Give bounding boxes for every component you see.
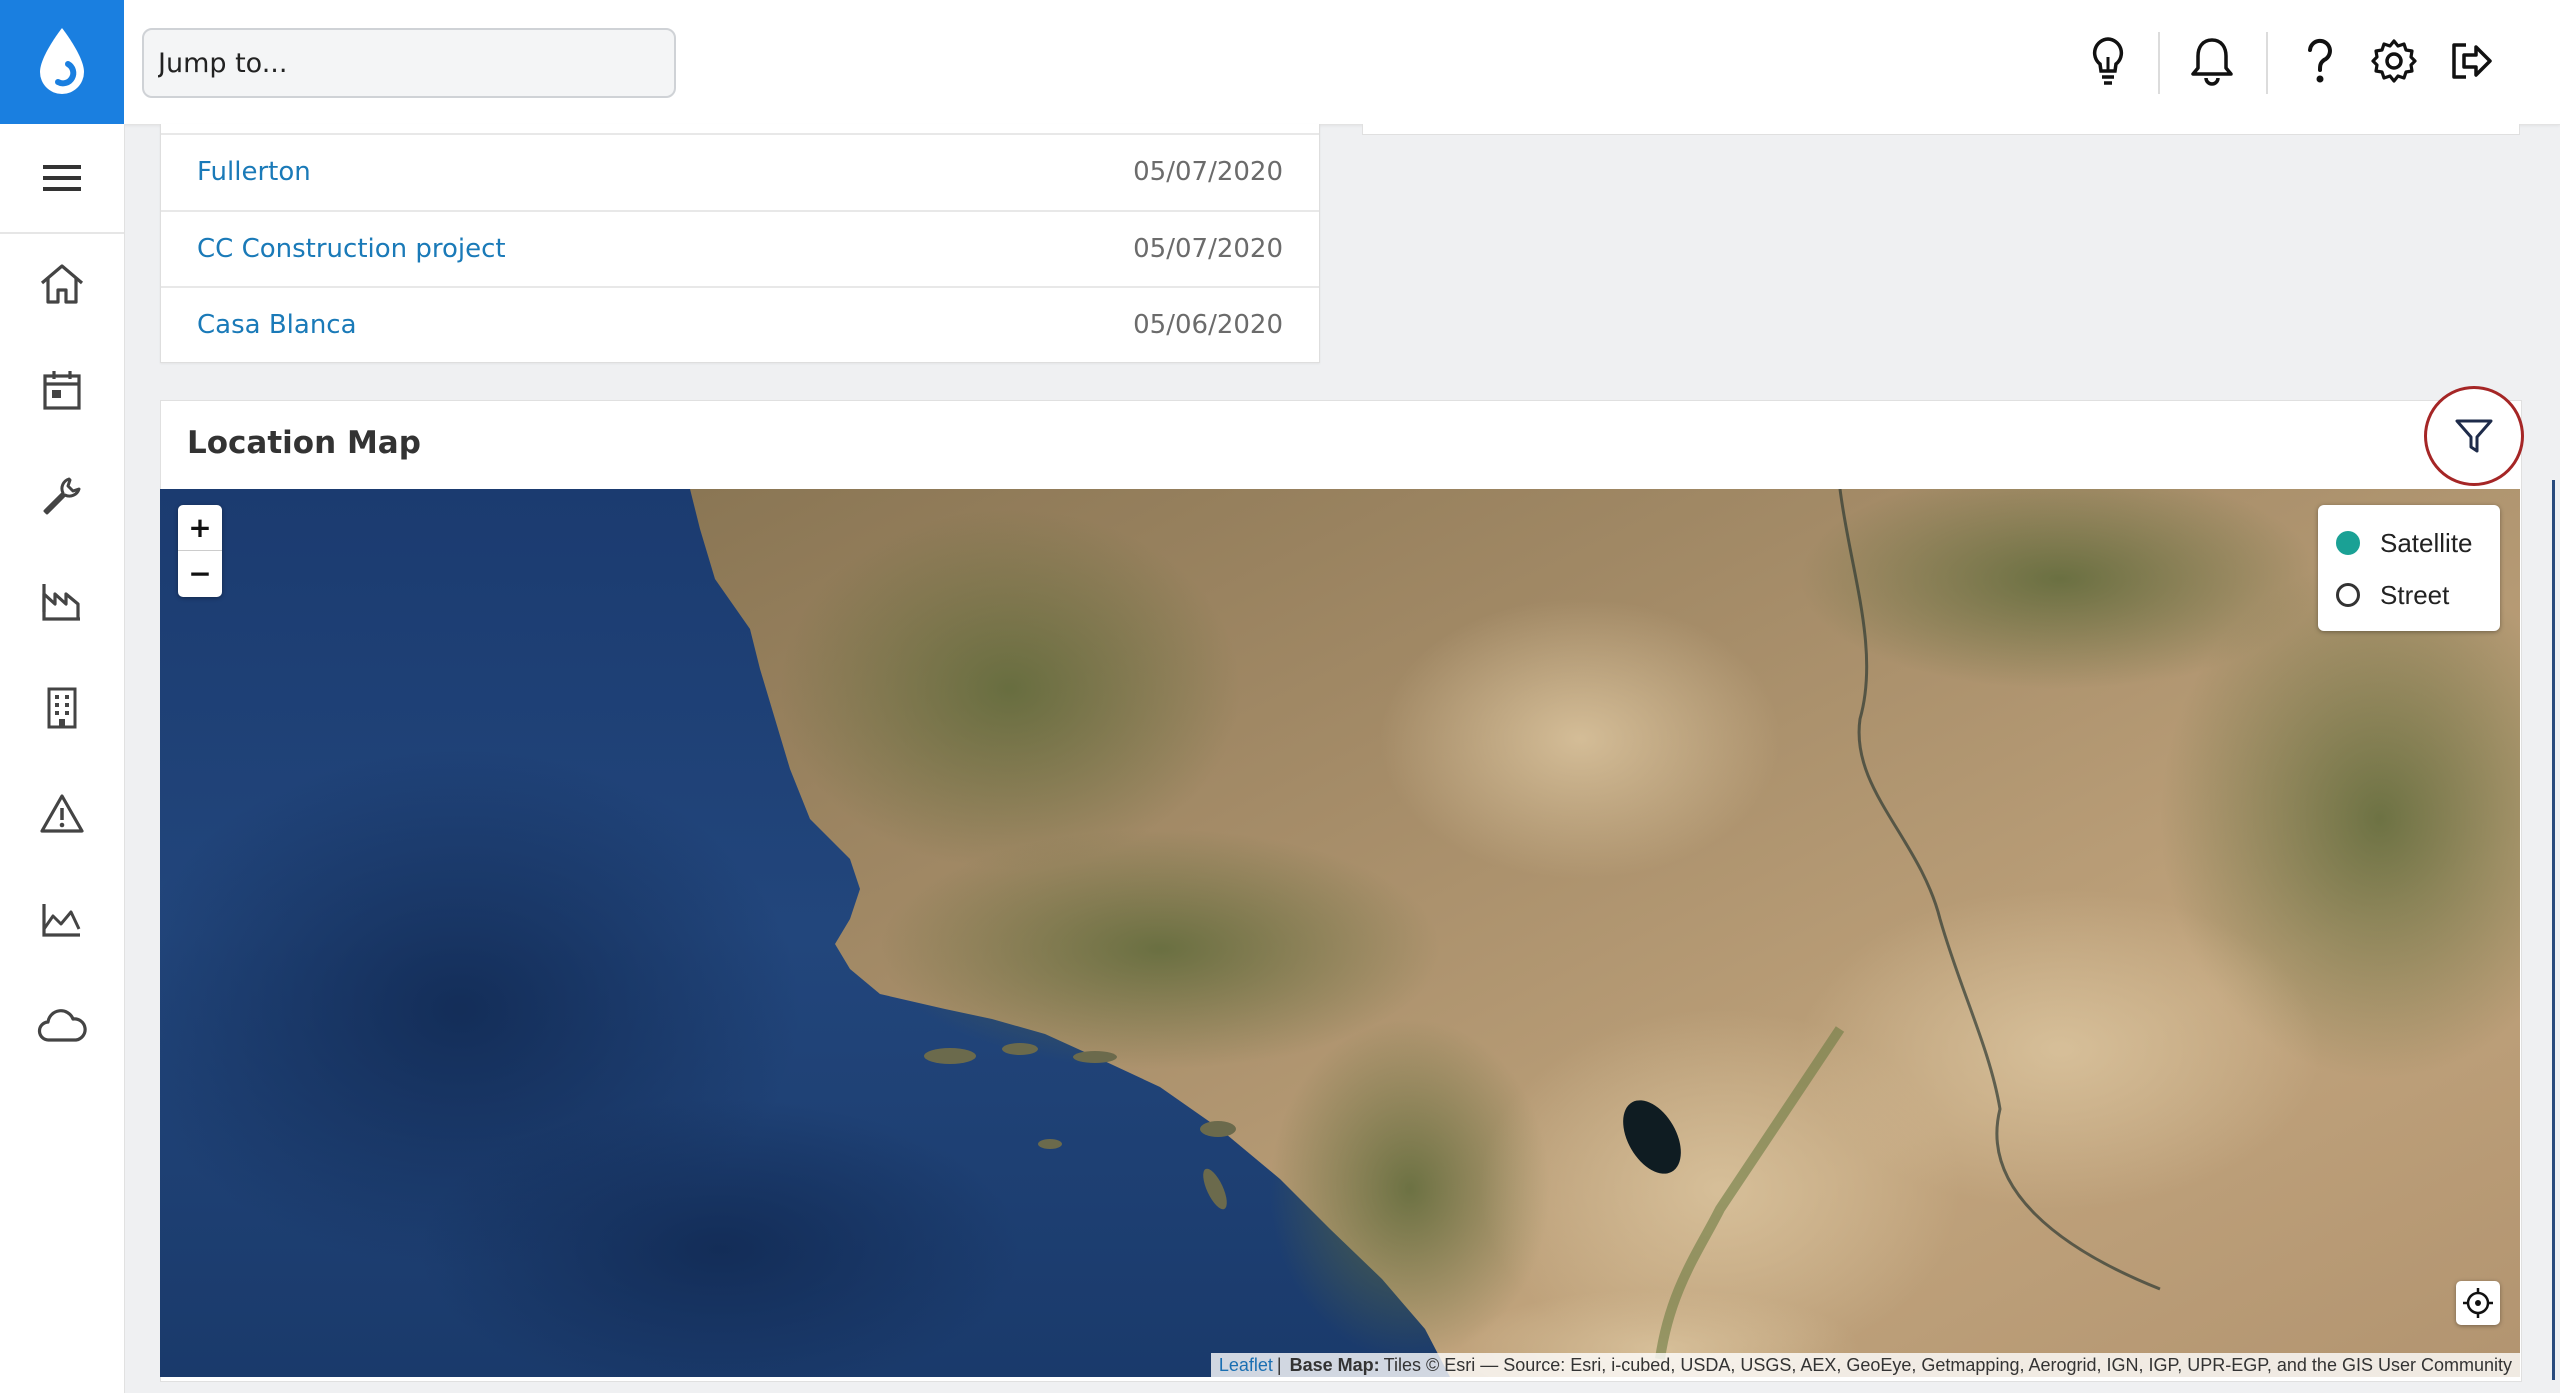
warning-icon[interactable] bbox=[32, 784, 92, 844]
sidebar bbox=[0, 124, 125, 1393]
list-item[interactable]: Casa Blanca 05/06/2020 bbox=[161, 286, 1319, 362]
satellite-radio[interactable] bbox=[2336, 531, 2360, 555]
scrollbar[interactable] bbox=[2552, 480, 2555, 1380]
attribution-separator: | bbox=[1276, 1354, 1282, 1375]
map-title: Location Map bbox=[187, 425, 421, 461]
jump-to-search-input[interactable] bbox=[142, 28, 676, 98]
app-logo[interactable] bbox=[0, 0, 124, 124]
zoom-out-button[interactable]: − bbox=[178, 551, 222, 596]
project-date: 05/06/2020 bbox=[1133, 310, 1283, 340]
filter-button[interactable] bbox=[2424, 386, 2524, 486]
water-drop-icon bbox=[40, 28, 84, 94]
project-name-link[interactable]: Casa Blanca bbox=[197, 310, 357, 340]
layer-option-satellite[interactable]: Satellite bbox=[2336, 523, 2473, 563]
crosshair-icon bbox=[2463, 1288, 2493, 1318]
list-item[interactable]: CC Construction project 05/07/2020 bbox=[161, 210, 1319, 286]
filter-icon bbox=[2455, 419, 2493, 453]
map-attribution: Leaflet | Base Map: Tiles © Esri — Sourc… bbox=[1210, 1353, 2520, 1377]
help-icon[interactable] bbox=[2294, 30, 2346, 92]
satellite-map[interactable]: + − Satellite Street Leaflet | Base Map:… bbox=[160, 489, 2520, 1377]
street-radio[interactable] bbox=[2336, 583, 2360, 607]
layer-switcher: Satellite Street bbox=[2318, 505, 2500, 631]
layer-option-street[interactable]: Street bbox=[2336, 575, 2449, 615]
settings-icon[interactable] bbox=[2368, 30, 2420, 92]
project-date: 05/07/2020 bbox=[1133, 157, 1283, 187]
right-panel-card bbox=[1362, 124, 2520, 135]
projects-list-card: Fullerton 05/07/2020 CC Construction pro… bbox=[160, 124, 1320, 363]
basemap-label: Base Map: bbox=[1289, 1354, 1380, 1375]
map-terrain bbox=[160, 489, 2520, 1377]
logout-icon[interactable] bbox=[2446, 30, 2498, 92]
building-icon[interactable] bbox=[32, 678, 92, 738]
menu-icon[interactable] bbox=[0, 124, 124, 234]
cloud-icon[interactable] bbox=[32, 996, 92, 1056]
attribution-text: Tiles © Esri — Source: Esri, i-cubed, US… bbox=[1383, 1354, 2512, 1375]
layer-label: Satellite bbox=[2380, 527, 2473, 558]
bell-icon[interactable] bbox=[2186, 30, 2238, 92]
top-header bbox=[0, 0, 2560, 125]
calendar-icon[interactable] bbox=[32, 360, 92, 420]
header-divider bbox=[2158, 32, 2160, 94]
chart-icon[interactable] bbox=[32, 890, 92, 950]
zoom-control: + − bbox=[178, 505, 222, 597]
list-item[interactable]: Fullerton 05/07/2020 bbox=[161, 133, 1319, 209]
zoom-in-button[interactable]: + bbox=[178, 505, 222, 551]
lightbulb-icon[interactable] bbox=[2082, 30, 2134, 92]
header-divider bbox=[2266, 32, 2268, 94]
project-name-link[interactable]: Fullerton bbox=[197, 157, 311, 187]
project-date: 05/07/2020 bbox=[1133, 234, 1283, 264]
factory-icon[interactable] bbox=[32, 572, 92, 632]
leaflet-link[interactable]: Leaflet bbox=[1219, 1355, 1273, 1376]
locate-button[interactable] bbox=[2456, 1281, 2500, 1325]
layer-label: Street bbox=[2380, 579, 2450, 610]
wrench-icon[interactable] bbox=[32, 466, 92, 526]
project-name-link[interactable]: CC Construction project bbox=[197, 234, 506, 264]
home-icon[interactable] bbox=[32, 254, 92, 314]
